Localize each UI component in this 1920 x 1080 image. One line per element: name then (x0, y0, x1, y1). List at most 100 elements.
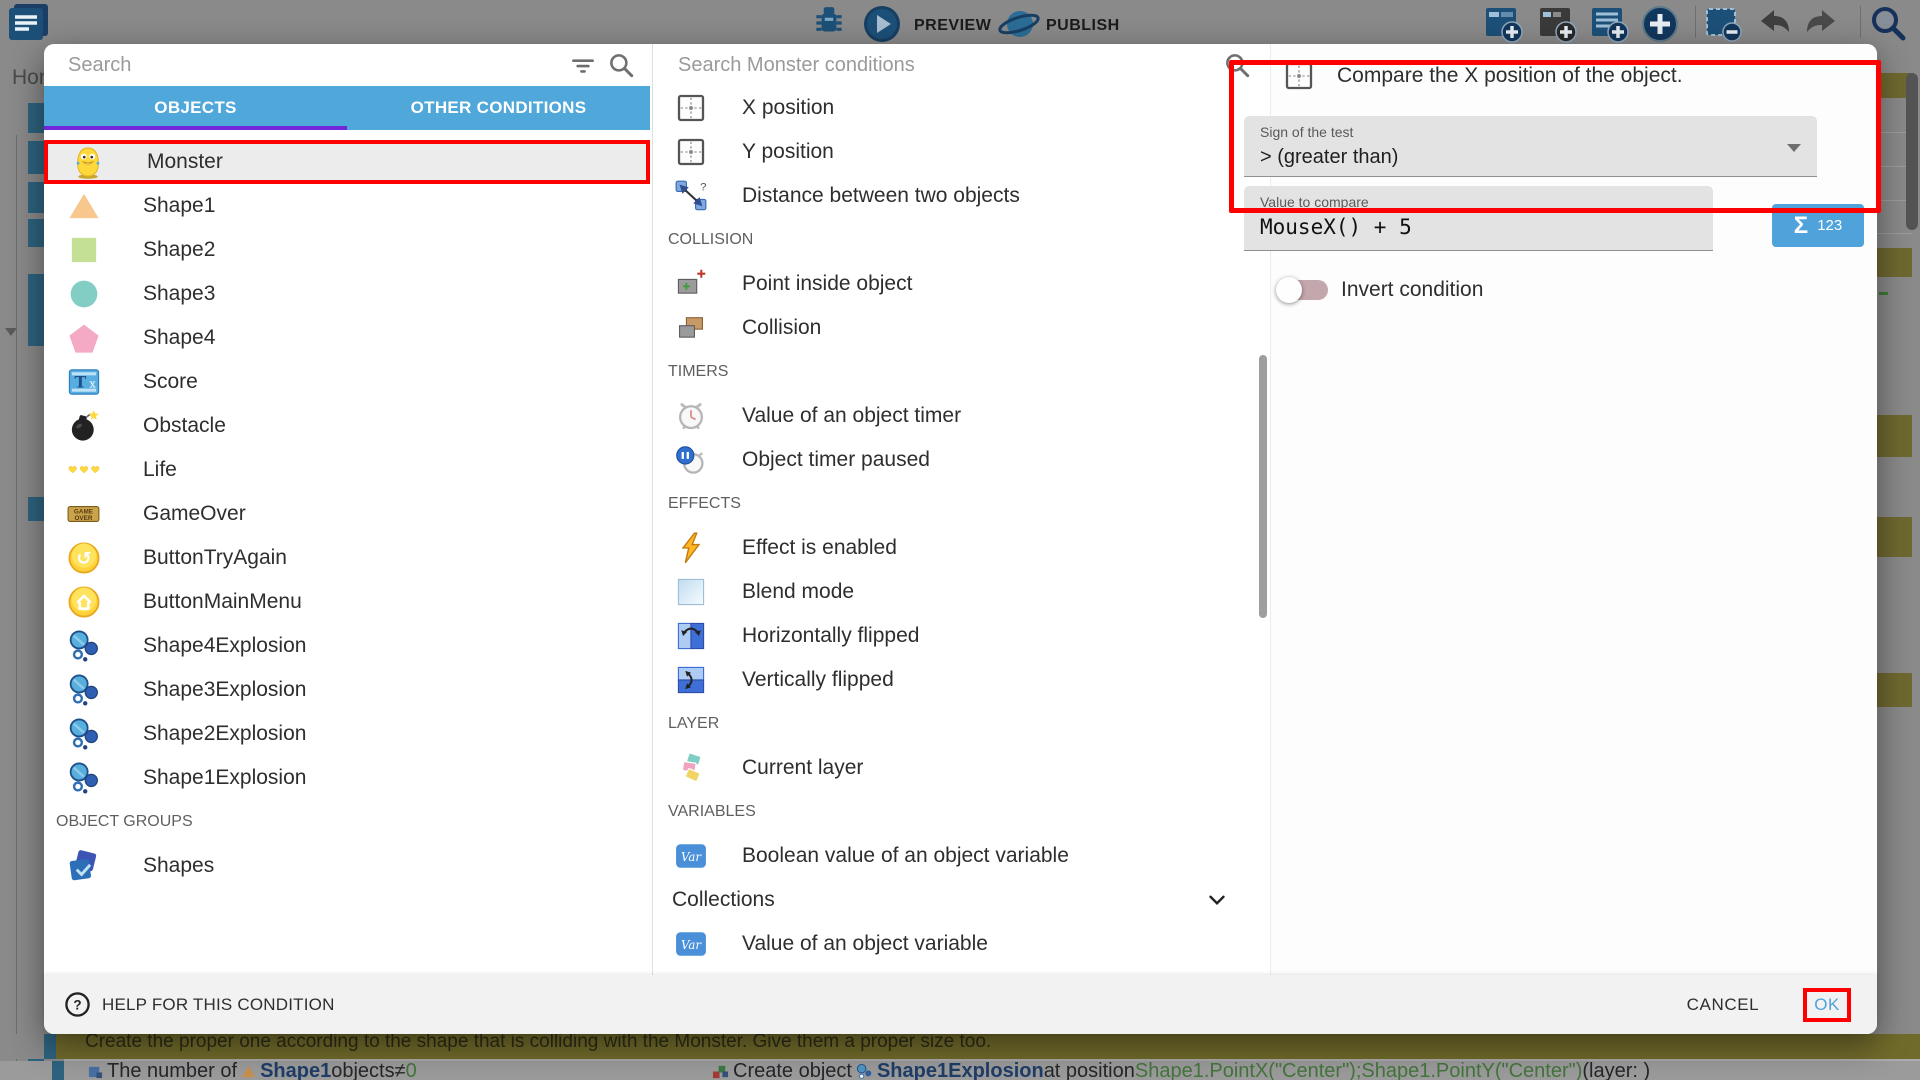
object-row-shape3explosion[interactable]: Shape3Explosion (44, 668, 650, 712)
section-collision: COLLISION (656, 218, 1270, 262)
object-label: Shape3 (143, 282, 215, 306)
home-tab: Home (12, 66, 46, 90)
ok-button[interactable]: OK (1814, 995, 1840, 1015)
condition-row-value-of-an-object-variable[interactable]: VarValue of an object variable (656, 922, 1252, 966)
condition-row-distance-between-two-objects[interactable]: ?Distance between two objects (656, 174, 1252, 218)
panel-divider (652, 44, 653, 975)
condition-row-collections[interactable]: Collections (656, 878, 1252, 922)
ok-annotation-box: OK (1803, 988, 1851, 1022)
object-row-shape1explosion[interactable]: Shape1Explosion (44, 756, 650, 800)
effect-icon (675, 532, 707, 564)
object-row-shape2[interactable]: Shape2 (44, 228, 650, 272)
svg-text:?: ? (73, 997, 81, 1012)
condition-list-scrollbar[interactable] (1259, 355, 1267, 618)
condition-row-x-position[interactable]: X position (656, 86, 1252, 130)
text-segment: 0 (406, 1061, 417, 1080)
value-to-compare-input[interactable] (1260, 215, 1690, 239)
condition-row-value-of-an-object-timer[interactable]: Value of an object timer (656, 394, 1252, 438)
svg-text:OVER: OVER (74, 515, 92, 522)
distance-icon: ? (675, 180, 707, 212)
object-row-shape2explosion[interactable]: Shape2Explosion (44, 712, 650, 756)
toggle-knob (1276, 277, 1302, 303)
svg-text:?: ? (700, 181, 706, 193)
condition-label: Object timer paused (742, 448, 930, 472)
value-to-compare-field: Value to compare (1244, 186, 1713, 251)
expression-editor-button[interactable]: Σ 123 (1772, 204, 1864, 247)
condition-label: Effect is enabled (742, 536, 897, 560)
tree-arrow-icon (5, 328, 17, 336)
add-comment-icon (1590, 4, 1630, 44)
tab-objects[interactable]: OBJECTS (44, 86, 347, 130)
condition-row-effect-is-enabled[interactable]: Effect is enabled (656, 526, 1252, 570)
condition-title: Compare the X position of the object. (1337, 64, 1683, 88)
toolbar-search-icon (1868, 4, 1908, 44)
sign-of-test-select[interactable]: Sign of the test > (greater than) (1244, 116, 1817, 177)
condition-search-input[interactable] (678, 54, 1214, 77)
help-for-condition-button[interactable]: ? HELP FOR THIS CONDITION (64, 991, 335, 1018)
search-icon[interactable] (606, 50, 636, 80)
condition-row-object-timer-paused[interactable]: Object timer paused (656, 438, 1252, 482)
variable-icon: Var (675, 840, 707, 872)
object-label: Score (143, 370, 198, 394)
cancel-button[interactable]: CANCEL (1687, 995, 1760, 1015)
object-row-monster[interactable]: Monster (44, 140, 650, 184)
condition-row-vertically-flipped[interactable]: Vertically flipped (656, 658, 1252, 702)
condition-row-blend-mode[interactable]: Blend mode (656, 570, 1252, 614)
condition-row-current-layer[interactable]: Current layer (656, 746, 1252, 790)
sign-of-test-label: Sign of the test (1260, 124, 1817, 140)
event-tree-line (16, 135, 17, 1080)
triangle-icon (67, 189, 101, 223)
event-condition-text: The number of Shape1 objects ≠ 0 (84, 1061, 417, 1080)
condition-label: Value of an object variable (742, 932, 988, 956)
object-row-life[interactable]: Life (44, 448, 650, 492)
condition-row-y-position[interactable]: Y position (656, 130, 1252, 174)
object-label: Shape2 (143, 238, 215, 262)
event-row: The number of Shape1 objects ≠ 0 Create … (0, 1061, 1920, 1080)
object-row-obstacle[interactable]: Obstacle (44, 404, 650, 448)
object-row-shape3[interactable]: Shape3 (44, 272, 650, 316)
text-segment: Create object (733, 1061, 852, 1080)
object-row-buttonmainmenu[interactable]: ButtonMainMenu (44, 580, 650, 624)
filter-icon[interactable] (568, 50, 598, 80)
condition-label: Blend mode (742, 580, 854, 604)
create-object-icon (712, 1063, 729, 1080)
condition-row-horizontally-flipped[interactable]: Horizontally flipped (656, 614, 1252, 658)
help-icon: ? (64, 991, 91, 1018)
mini-explosion-icon (856, 1063, 873, 1080)
collision-icon (675, 312, 707, 344)
svg-text:↺: ↺ (76, 549, 91, 570)
toolbar-divider (1860, 6, 1861, 38)
object-row-shapes[interactable]: Shapes (44, 844, 650, 888)
text-segment: (layer: ) (1582, 1061, 1650, 1080)
expression-fragment (1879, 292, 1888, 295)
publish-button: PUBLISH (1046, 17, 1120, 35)
event-block (28, 182, 44, 213)
object-row-shape4explosion[interactable]: Shape4Explosion (44, 624, 650, 668)
square-icon (67, 233, 101, 267)
object-label: Shape4Explosion (143, 634, 306, 658)
object-row-shape1[interactable]: Shape1 (44, 184, 650, 228)
object-label: Shape1Explosion (143, 766, 306, 790)
object-label: Shape2Explosion (143, 722, 306, 746)
object-label: Shapes (143, 854, 214, 878)
object-row-score[interactable]: TxScore (44, 360, 650, 404)
condition-row-collision[interactable]: Collision (656, 306, 1252, 350)
condition-row-point-inside-object[interactable]: Point inside object (656, 262, 1252, 306)
try-again-button-icon: ↺ (67, 541, 101, 575)
object-label: Monster (147, 150, 223, 174)
tab-other-conditions[interactable]: OTHER CONDITIONS (347, 86, 650, 130)
object-search-input[interactable] (68, 54, 560, 77)
object-row-buttontryagain[interactable]: ↺ButtonTryAgain (44, 536, 650, 580)
condition-row-boolean-value-of-an-object-variable[interactable]: VarBoolean value of an object variable (656, 834, 1252, 878)
invert-condition-toggle[interactable] (1284, 280, 1328, 300)
small-triangle-icon (241, 1064, 256, 1079)
object-row-shape4[interactable]: Shape4 (44, 316, 650, 360)
text-segment: The number of (107, 1061, 237, 1080)
event-block (28, 219, 44, 247)
explosion-icon (67, 761, 101, 795)
sigma-icon: Σ (1794, 212, 1808, 240)
text-segment: objects (331, 1061, 394, 1080)
chevron-down-icon (1204, 887, 1230, 913)
search-icon[interactable] (1222, 50, 1252, 80)
object-row-gameover[interactable]: GAMEOVERGameOver (44, 492, 650, 536)
